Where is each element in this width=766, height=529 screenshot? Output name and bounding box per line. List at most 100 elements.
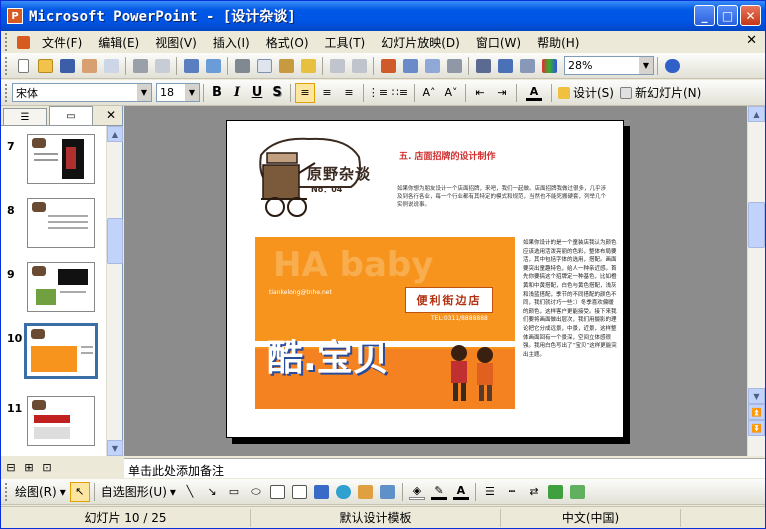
align-left-icon[interactable]: ≡ <box>295 82 315 103</box>
drawing-font-color-icon[interactable]: A <box>451 482 471 502</box>
draw-menu-button[interactable]: 绘图(R) ▾ <box>12 483 69 500</box>
scroll-down-icon[interactable]: ▼ <box>107 440 123 456</box>
new-icon[interactable] <box>13 56 33 76</box>
menu-insert[interactable]: 插入(I) <box>205 34 258 51</box>
shadow-button[interactable]: S <box>267 85 287 100</box>
scroll-up-icon[interactable]: ▲ <box>748 106 765 122</box>
italic-button[interactable]: I <box>227 85 247 100</box>
decrease-font-icon[interactable]: A˅ <box>441 83 461 103</box>
slide-thumbnail-selected[interactable] <box>24 323 98 379</box>
title-bar[interactable]: P Microsoft PowerPoint - [设计杂谈] _ □ ✕ <box>1 1 765 31</box>
align-right-icon[interactable]: ≡ <box>339 83 359 103</box>
toolbar-grip[interactable] <box>5 83 8 102</box>
slideshow-view-icon[interactable]: ⊡ <box>39 459 55 475</box>
previous-slide-icon[interactable]: ⏫ <box>748 404 765 420</box>
fill-color-icon[interactable]: ◈ <box>407 482 427 502</box>
minimize-button[interactable]: _ <box>694 5 715 26</box>
font-dropdown-icon[interactable]: ▼ <box>137 84 151 101</box>
powerpoint-app-icon[interactable]: P <box>7 8 23 24</box>
close-button[interactable]: ✕ <box>740 5 761 26</box>
editing-scrollbar[interactable]: ▲ ▼ ⏫ ⏬ <box>747 106 765 456</box>
arrow-icon[interactable]: ↘ <box>202 482 222 502</box>
scroll-thumb[interactable] <box>748 202 765 248</box>
insert-table-icon[interactable] <box>400 56 420 76</box>
dash-style-icon[interactable]: ┅ <box>502 482 522 502</box>
shadow-style-icon[interactable] <box>546 482 566 502</box>
tables-borders-icon[interactable] <box>422 56 442 76</box>
3d-style-icon[interactable] <box>568 482 588 502</box>
thumbnail-slide-11[interactable]: 11 <box>1 396 106 456</box>
thumbnail-slide-7[interactable]: 7 <box>1 134 106 194</box>
menu-help[interactable]: 帮助(H) <box>529 34 587 51</box>
insert-hyperlink-icon[interactable] <box>444 56 464 76</box>
normal-view-icon[interactable]: ⊟ <box>3 459 19 475</box>
size-dropdown-icon[interactable]: ▼ <box>185 84 199 101</box>
paste-icon[interactable] <box>276 56 296 76</box>
align-center-icon[interactable]: ≡ <box>317 83 337 103</box>
decrease-indent-icon[interactable]: ⇤ <box>470 83 490 103</box>
insert-chart-icon[interactable] <box>378 56 398 76</box>
increase-font-icon[interactable]: A˄ <box>419 83 439 103</box>
show-grid-icon[interactable] <box>517 56 537 76</box>
zoom-dropdown-icon[interactable]: ▼ <box>639 57 653 74</box>
menu-file[interactable]: 文件(F) <box>34 34 90 51</box>
show-formatting-icon[interactable] <box>495 56 515 76</box>
bold-button[interactable]: B <box>207 85 227 100</box>
vertical-textbox-icon[interactable] <box>290 482 310 502</box>
oval-icon[interactable]: ⬭ <box>246 482 266 502</box>
tab-slides[interactable]: ▭ <box>49 106 93 125</box>
font-color-icon[interactable]: A <box>521 83 547 103</box>
slide-sorter-icon[interactable]: ⊞ <box>21 459 37 475</box>
line-style-icon[interactable]: ☰ <box>480 482 500 502</box>
thumbnail-slide-8[interactable]: 8 <box>1 198 106 258</box>
menubar-grip[interactable] <box>5 33 8 51</box>
open-icon[interactable] <box>35 56 55 76</box>
spelling-icon[interactable] <box>181 56 201 76</box>
font-size-combo[interactable]: 18 ▼ <box>156 83 200 102</box>
slide-thumbnail[interactable] <box>27 198 95 248</box>
toolbar-grip[interactable] <box>5 56 8 75</box>
tab-outline[interactable]: ☰ <box>3 108 47 125</box>
underline-button[interactable]: U <box>247 85 267 100</box>
undo-icon[interactable] <box>327 56 347 76</box>
select-objects-icon[interactable]: ↖ <box>69 481 90 502</box>
document-icon[interactable] <box>13 32 33 52</box>
current-slide[interactable]: 原野杂谈 No：04 五. 店面招牌的设计制作 如果你想为朋友设计一个店面招牌，… <box>226 120 624 438</box>
email-icon[interactable] <box>101 56 121 76</box>
slide-thumbnail[interactable] <box>27 262 95 312</box>
thumbnail-slide-10[interactable]: 10 <box>1 323 106 386</box>
format-painter-icon[interactable] <box>298 56 318 76</box>
autoshapes-menu-button[interactable]: 自选图形(U) ▾ <box>98 483 179 500</box>
insert-picture-icon[interactable] <box>378 482 398 502</box>
menu-view[interactable]: 视图(V) <box>147 34 205 51</box>
toolbar-grip[interactable] <box>5 482 8 501</box>
line-icon[interactable]: ╲ <box>180 482 200 502</box>
expand-all-icon[interactable] <box>473 56 493 76</box>
permission-icon[interactable] <box>79 56 99 76</box>
menu-edit[interactable]: 编辑(E) <box>90 34 147 51</box>
copy-icon[interactable] <box>254 56 274 76</box>
textbox-icon[interactable] <box>268 482 288 502</box>
menu-tools[interactable]: 工具(T) <box>317 34 374 51</box>
help-icon[interactable] <box>662 56 682 76</box>
print-preview-icon[interactable] <box>152 56 172 76</box>
redo-icon[interactable] <box>349 56 369 76</box>
slide-thumbnail[interactable] <box>27 134 95 184</box>
menu-window[interactable]: 窗口(W) <box>468 34 529 51</box>
menu-format[interactable]: 格式(O) <box>258 34 317 51</box>
numbering-icon[interactable]: ⋮≡ <box>368 83 388 103</box>
increase-indent-icon[interactable]: ⇥ <box>492 83 512 103</box>
thumbnail-slide-9[interactable]: 9 <box>1 262 106 322</box>
save-icon[interactable] <box>57 56 77 76</box>
cut-icon[interactable] <box>232 56 252 76</box>
notes-pane[interactable]: 单击此处添加备注 <box>124 458 765 478</box>
font-name-combo[interactable]: 宋体 ▼ <box>12 83 152 102</box>
next-slide-icon[interactable]: ⏬ <box>748 420 765 436</box>
rectangle-icon[interactable]: ▭ <box>224 482 244 502</box>
scroll-thumb[interactable] <box>107 218 123 264</box>
line-color-icon[interactable]: ✎ <box>429 482 449 502</box>
menu-slideshow[interactable]: 幻灯片放映(D) <box>373 34 468 51</box>
wordart-icon[interactable] <box>312 482 332 502</box>
pane-close-icon[interactable]: ✕ <box>106 108 116 122</box>
document-close-icon[interactable]: ✕ <box>746 33 757 48</box>
